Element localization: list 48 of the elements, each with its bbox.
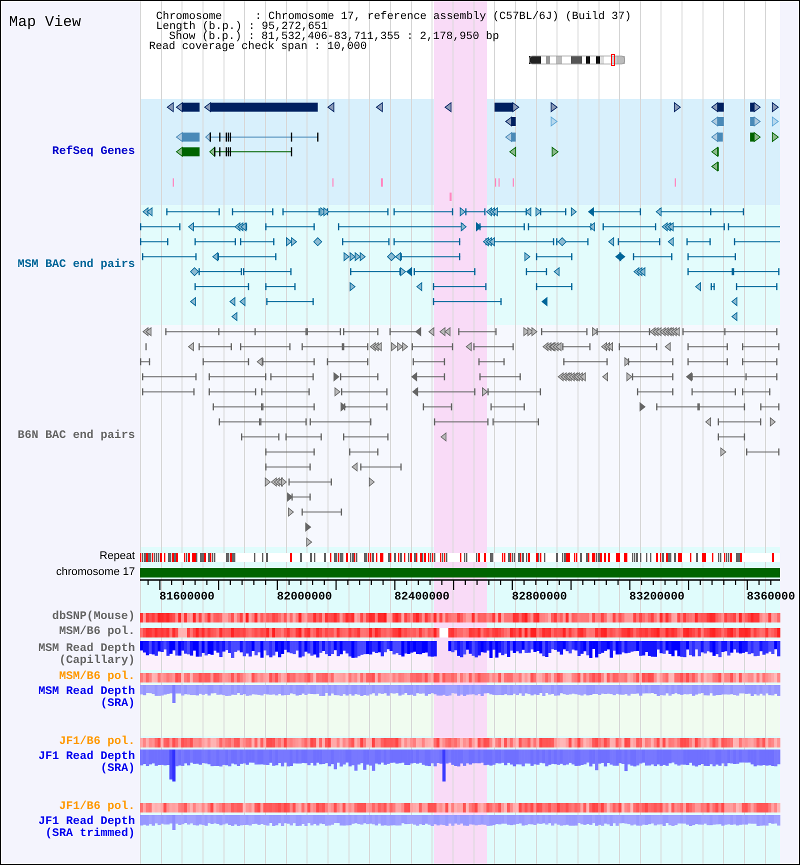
panel-title: Map View bbox=[9, 14, 82, 31]
axis-tick-label: 82400000 bbox=[394, 590, 450, 604]
feature-mark-icon bbox=[380, 178, 383, 187]
gene-model bbox=[176, 102, 200, 112]
gene-model bbox=[711, 102, 724, 112]
gene-model bbox=[494, 102, 520, 112]
track-label: RefSeq Genes bbox=[52, 146, 135, 158]
axis-tick-label: 81600000 bbox=[159, 590, 215, 604]
gene-model bbox=[711, 146, 719, 158]
axis-tick-label: 83200000 bbox=[629, 590, 685, 604]
header-info-text: Length (b.p.) : 95,272,651 bbox=[156, 22, 328, 33]
track-label: chromosome 17 bbox=[56, 566, 135, 578]
gene-model bbox=[750, 102, 761, 112]
track-label: JF1/B6 pol. bbox=[59, 801, 135, 814]
track-label: dbSNP(Mouse) bbox=[52, 610, 135, 624]
track-label: B6N BAC end pairs bbox=[18, 430, 135, 442]
gene-model bbox=[504, 132, 516, 142]
gene-model bbox=[550, 102, 558, 112]
axis-tick-label: 82800000 bbox=[512, 590, 568, 604]
track-label: JF1 Read Depth (SRA) bbox=[37, 750, 135, 776]
gene-model bbox=[750, 132, 761, 142]
track-label: JF1 Read Depth (SRA trimmed) bbox=[37, 816, 135, 841]
axis-tick-label: 8360000 bbox=[746, 590, 796, 604]
gene-model bbox=[166, 102, 174, 112]
feature-mark-icon bbox=[450, 192, 452, 201]
gene-model bbox=[176, 132, 200, 142]
gene-model bbox=[552, 146, 559, 158]
gene-model bbox=[376, 102, 383, 112]
gene-model bbox=[674, 102, 682, 112]
track-label: JF1/B6 pol. bbox=[59, 736, 135, 749]
track-label: MSM Read Depth (SRA) bbox=[37, 686, 135, 711]
gene-model bbox=[711, 132, 723, 142]
track-label: MSM/B6 pol. bbox=[59, 626, 135, 638]
axis-tick-label: 82000000 bbox=[276, 590, 332, 604]
gene-model bbox=[550, 116, 558, 127]
gene-model bbox=[711, 161, 719, 172]
gene-model bbox=[444, 102, 452, 112]
track-label: MSM BAC end pairs bbox=[18, 258, 135, 272]
gene-model bbox=[504, 116, 516, 127]
header-info-text: Read coverage check span : 10,000 bbox=[149, 42, 367, 53]
track-label: Repeat bbox=[100, 550, 135, 562]
track-label: MSM/B6 pol. bbox=[59, 670, 135, 684]
gene-model bbox=[750, 116, 761, 127]
gene-model bbox=[176, 146, 200, 158]
gene-model bbox=[327, 102, 334, 112]
gene-model bbox=[509, 146, 516, 158]
gene-model bbox=[711, 116, 724, 127]
track-label: MSM Read Depth (Capillary) bbox=[37, 642, 135, 668]
